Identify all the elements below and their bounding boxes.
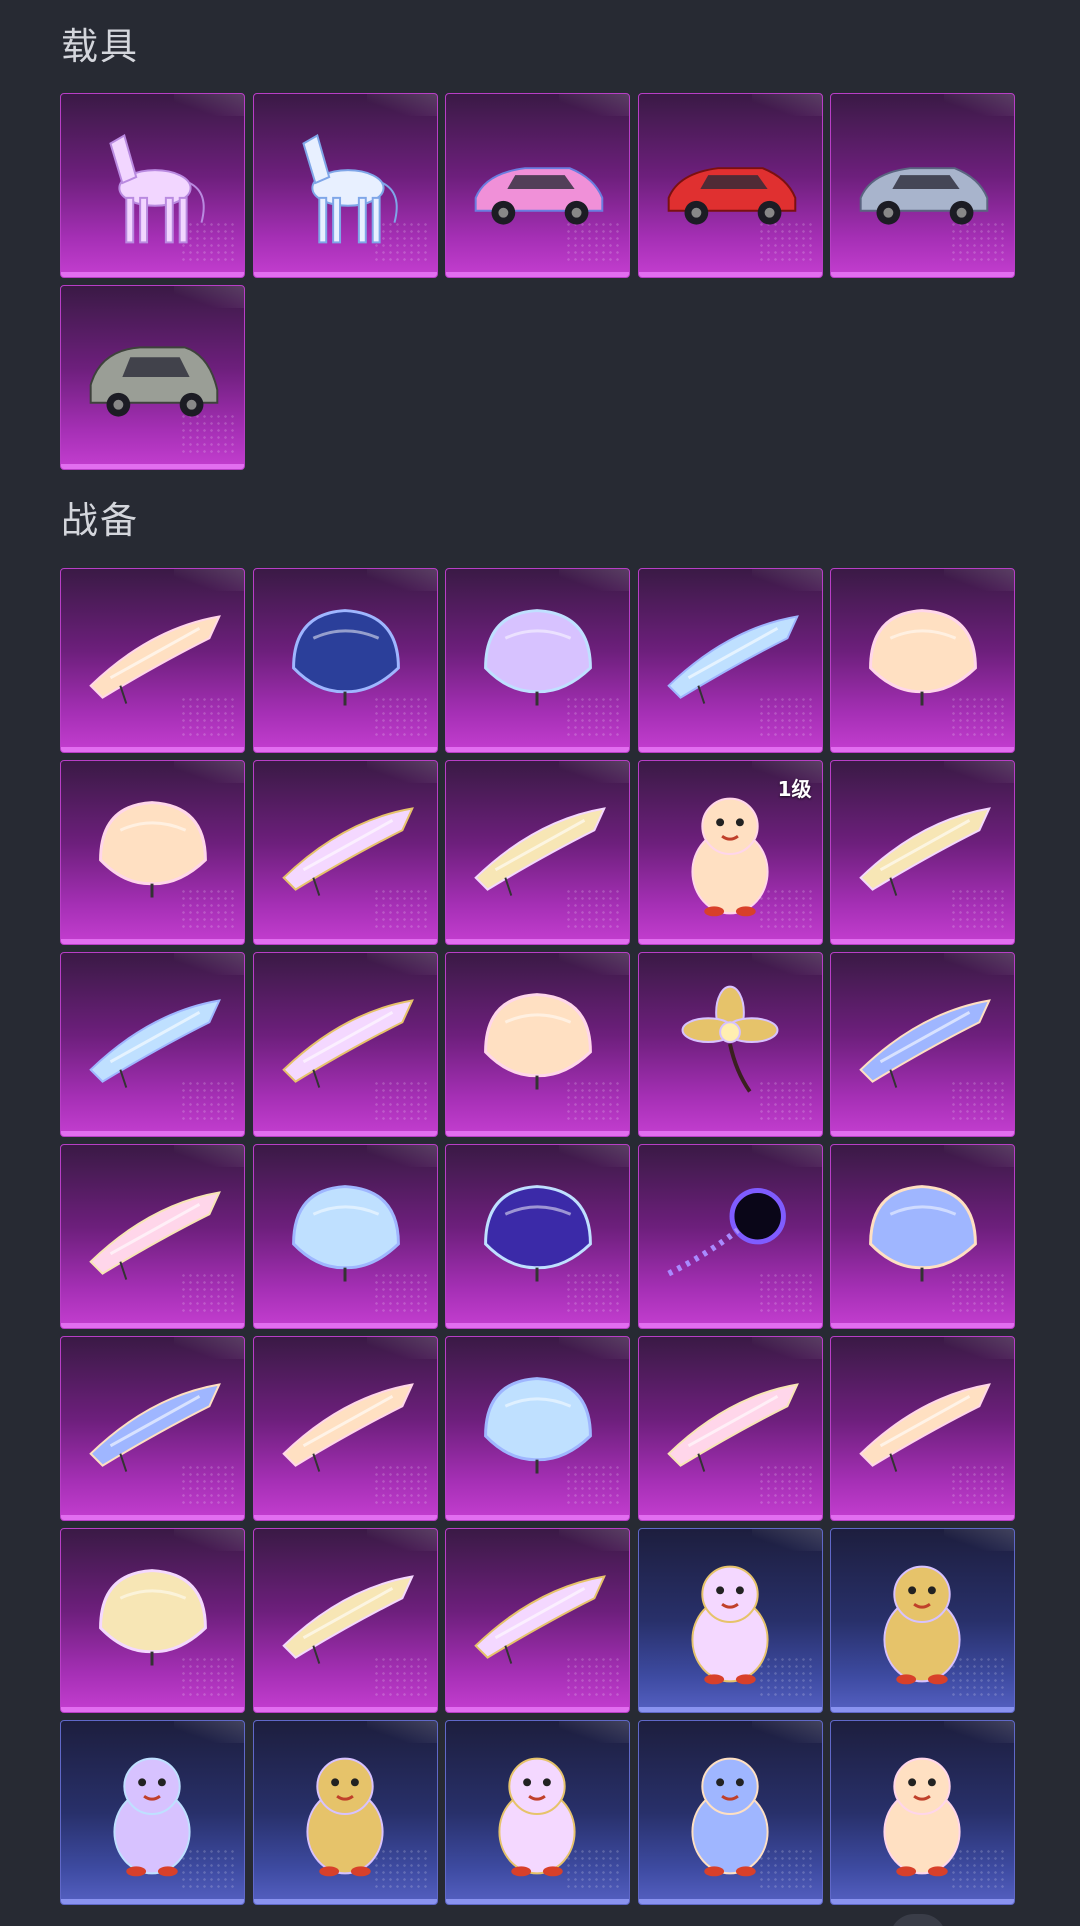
- vehicles-section-title: 载具: [61, 25, 139, 68]
- gear-item-tile[interactable]: [637, 952, 823, 1137]
- gear-item-tile[interactable]: 1级: [637, 760, 823, 945]
- level-badge: 1级: [777, 777, 812, 801]
- gear-item-tile[interactable]: [445, 568, 630, 753]
- gear-item-tile[interactable]: [252, 952, 438, 1137]
- gear-item-tile[interactable]: [830, 1336, 1015, 1521]
- gear-item-tile[interactable]: [830, 1528, 1015, 1713]
- gear-section-title: 战备: [61, 499, 139, 542]
- vehicles-item-tile[interactable]: [637, 93, 823, 278]
- gear-item-tile[interactable]: [252, 1336, 438, 1521]
- vehicles-item-tile[interactable]: [60, 285, 245, 470]
- gear-item-tile[interactable]: [60, 1144, 245, 1329]
- vehicles-grid: [60, 93, 1015, 470]
- gear-item-tile[interactable]: [830, 1720, 1015, 1905]
- vehicles-item-tile[interactable]: [252, 93, 438, 278]
- gear-item-tile[interactable]: [445, 1144, 630, 1329]
- gear-item-tile[interactable]: [252, 1144, 438, 1329]
- gear-item-tile[interactable]: [637, 1144, 823, 1329]
- gear-item-tile[interactable]: [60, 1336, 245, 1521]
- inventory-page: 载具 战备 1级: [0, 0, 1080, 1926]
- vehicles-item-tile[interactable]: [445, 93, 630, 278]
- floating-button-edge[interactable]: [890, 1914, 946, 1926]
- gear-item-tile[interactable]: [637, 1720, 823, 1905]
- gear-item-tile[interactable]: [445, 952, 630, 1137]
- gear-item-tile[interactable]: [445, 1720, 630, 1905]
- gear-item-tile[interactable]: [637, 1336, 823, 1521]
- gear-item-tile[interactable]: [445, 760, 630, 945]
- vehicles-item-tile[interactable]: [60, 93, 245, 278]
- gear-item-tile[interactable]: [252, 568, 438, 753]
- gear-item-tile[interactable]: [252, 1528, 438, 1713]
- gear-item-tile[interactable]: [252, 1720, 438, 1905]
- gear-item-tile[interactable]: [830, 760, 1015, 945]
- gear-item-tile[interactable]: [637, 568, 823, 753]
- gear-item-tile[interactable]: [60, 1720, 245, 1905]
- gear-item-tile[interactable]: [830, 952, 1015, 1137]
- gear-item-tile[interactable]: [60, 1528, 245, 1713]
- gear-grid: 1级: [60, 568, 1015, 1905]
- gear-item-tile[interactable]: [830, 568, 1015, 753]
- gear-item-tile[interactable]: [445, 1336, 630, 1521]
- gear-item-tile[interactable]: [60, 568, 245, 753]
- vehicles-item-tile[interactable]: [830, 93, 1015, 278]
- gear-item-tile[interactable]: [60, 952, 245, 1137]
- gear-item-tile[interactable]: [637, 1528, 823, 1713]
- gear-item-tile[interactable]: [252, 760, 438, 945]
- gear-item-tile[interactable]: [830, 1144, 1015, 1329]
- gear-item-tile[interactable]: [60, 760, 245, 945]
- gear-item-tile[interactable]: [445, 1528, 630, 1713]
